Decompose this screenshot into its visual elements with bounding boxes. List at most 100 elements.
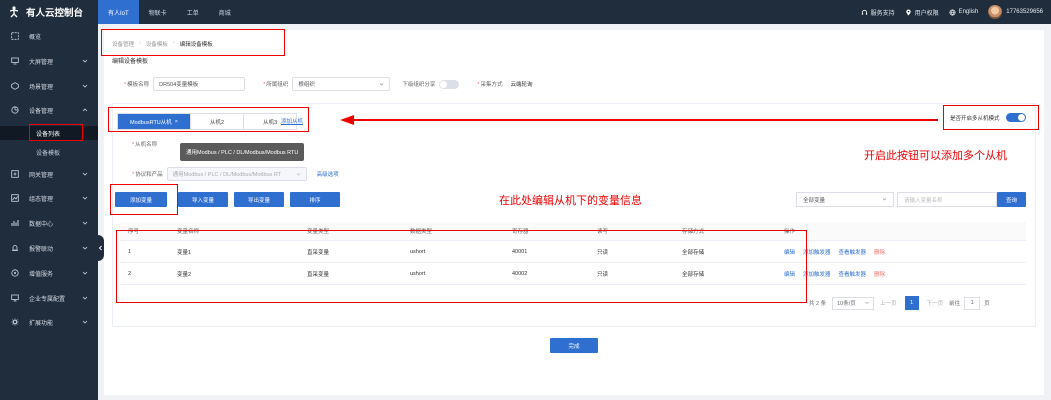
sidebar-item-label: 设备管理 xyxy=(29,108,54,115)
language-switch[interactable]: English xyxy=(949,9,978,16)
advanced-options-link[interactable]: 高级选项 xyxy=(317,170,339,178)
view-trigger-link[interactable]: 查看触发器 xyxy=(839,272,867,278)
topnav-workorder[interactable]: 工单 xyxy=(177,0,209,24)
export-variable-button[interactable]: 导出变量 xyxy=(234,192,284,207)
chevron-down-icon xyxy=(82,296,88,300)
chevron-down-icon xyxy=(380,82,384,85)
delete-link[interactable]: 删除 xyxy=(874,250,885,256)
org-select[interactable]: 根组织 xyxy=(292,77,391,91)
label-text: 从机名称 xyxy=(135,142,158,148)
sidebar-sub-device-template[interactable]: 设备模板 xyxy=(0,145,98,159)
brand[interactable]: 有人云控制台 xyxy=(0,0,98,24)
annotation-box-breadcrumb xyxy=(101,29,285,56)
annotation-box-variable-table xyxy=(116,230,807,303)
sidebar-item-config[interactable]: 组态管理 xyxy=(0,191,98,205)
permission-link[interactable]: 用户权限 xyxy=(905,8,939,17)
add-trigger-link[interactable]: 添加触发器 xyxy=(803,250,831,256)
chevron-down-icon xyxy=(82,196,88,200)
sidebar-item-label: 大屏管理 xyxy=(29,59,54,66)
user-phone[interactable]: 17763529656 xyxy=(1006,9,1043,15)
chevron-down-icon xyxy=(82,271,88,275)
template-name-label: *模板名称 xyxy=(124,82,150,88)
page-number-current[interactable]: 1 xyxy=(904,296,919,310)
add-trigger-link[interactable]: 添加触发器 xyxy=(803,272,831,278)
goto-label: 前往 xyxy=(949,301,961,307)
chevron-down-icon xyxy=(296,172,300,175)
label-text: 协议和产品 xyxy=(135,172,163,178)
chevron-down-icon xyxy=(865,301,869,304)
sidebar-sub-label: 设备模板 xyxy=(36,150,61,157)
variable-search-input[interactable]: 请输入变量名称 xyxy=(897,192,997,207)
chevron-down-icon xyxy=(82,84,88,88)
alarm-icon xyxy=(11,244,19,252)
import-variable-button[interactable]: 导入变量 xyxy=(178,192,228,207)
sidebar-item-overview[interactable]: 概览 xyxy=(0,29,98,43)
headset-icon xyxy=(861,9,867,15)
page-title: 编辑设备模板 xyxy=(112,59,149,65)
variable-filter-select[interactable]: 全部变量 xyxy=(796,192,894,207)
page-size-select[interactable]: 10条/页 xyxy=(832,296,875,310)
chevron-down-icon xyxy=(82,221,88,225)
top-nav: 有人IoT 物联卡 工单 商城 xyxy=(98,0,241,24)
next-page-button[interactable]: 下一页 xyxy=(927,299,944,307)
query-button[interactable]: 查询 xyxy=(997,192,1026,207)
sidebar-item-label: 报警联动 xyxy=(29,246,54,253)
gateway-icon xyxy=(11,170,19,178)
sidebar: 概览 大屏管理 场景管理 设备管理 设备列表 设备模板 网关管理 组态管理 数据… xyxy=(0,24,98,400)
sidebar-item-label: 网关管理 xyxy=(29,172,54,179)
globe-icon xyxy=(949,9,956,15)
sidebar-item-device[interactable]: 设备管理 xyxy=(0,103,98,117)
topnav-mall[interactable]: 商城 xyxy=(209,0,241,24)
permission-label: 用户权限 xyxy=(914,10,939,17)
chevron-down-icon xyxy=(882,198,887,201)
collect-value: 云端轮询 xyxy=(510,82,533,88)
label-text: 所属组织 xyxy=(266,82,289,88)
chevron-down-icon xyxy=(82,320,88,324)
annotation-edit-variable-note: 在此处编辑从机下的变量信息 xyxy=(499,194,642,207)
share-toggle[interactable] xyxy=(439,79,460,89)
delete-link[interactable]: 删除 xyxy=(874,272,885,278)
done-button[interactable]: 完成 xyxy=(550,338,598,353)
annotation-box-add-variable xyxy=(110,184,178,215)
topnav-simcard[interactable]: 物联卡 xyxy=(139,0,177,24)
sort-button[interactable]: 排序 xyxy=(290,192,340,207)
brand-logo-icon xyxy=(8,6,20,18)
top-bar: 有人云控制台 有人IoT 物联卡 工单 商城 服务支持 用户权限 English… xyxy=(0,0,1051,24)
org-label: *所属组织 xyxy=(263,82,289,88)
sidebar-item-scene[interactable]: 场景管理 xyxy=(0,79,98,93)
protocol-select[interactable]: 通用Modbus / PLC / DL/Modbus/Modbus RT xyxy=(166,167,307,181)
slave-name-row: *从机名称 xyxy=(132,140,161,148)
multi-slave-toggle-row: 是否开启多从机模式 xyxy=(943,105,1039,130)
protocol-label: *协议和产品 xyxy=(132,172,163,178)
top-right: 服务支持 用户权限 English 17763529656 xyxy=(851,0,1051,24)
goto-page-input[interactable]: 1 xyxy=(964,296,981,310)
topnav-iot[interactable]: 有人IoT xyxy=(98,0,139,24)
prev-page-button[interactable]: 上一页 xyxy=(880,299,897,307)
page-unit-label: 页 xyxy=(984,301,990,307)
sidebar-item-gateway[interactable]: 网关管理 xyxy=(0,167,98,181)
sidebar-item-enterprise[interactable]: 企业专属配置 xyxy=(0,291,98,305)
multi-slave-label: 是否开启多从机模式 xyxy=(950,115,1000,122)
sidebar-item-service[interactable]: 增值服务 xyxy=(0,266,98,280)
sidebar-item-alarm[interactable]: 报警联动 xyxy=(0,241,98,255)
sidebar-item-screen[interactable]: 大屏管理 xyxy=(0,54,98,68)
share-label: 下级组织分享 xyxy=(402,82,436,88)
template-name-input[interactable]: DR504变量模板 xyxy=(153,77,246,91)
multi-slave-toggle[interactable] xyxy=(1005,113,1026,122)
support-link[interactable]: 服务支持 xyxy=(861,8,895,17)
device-icon xyxy=(11,106,19,114)
chevron-down-icon xyxy=(82,246,88,250)
brand-name: 有人云控制台 xyxy=(26,8,84,19)
template-form-row: *模板名称 DR504变量模板 *所属组织 根组织 下级组织分享 *采集方式 云… xyxy=(124,77,533,91)
sidebar-collapse-button[interactable] xyxy=(96,235,104,261)
avatar[interactable] xyxy=(988,5,1003,19)
slave-name-label: *从机名称 xyxy=(132,142,158,148)
sidebar-item-extension[interactable]: 扩展功能 xyxy=(0,315,98,329)
sidebar-item-data[interactable]: 数据中心 xyxy=(0,216,98,230)
overview-icon xyxy=(11,32,19,40)
sidebar-item-label: 场景管理 xyxy=(29,84,54,91)
pagination: 共 2 条 10条/页 上一页 1 下一页 前往 1 页 xyxy=(809,296,990,310)
location-pin-icon xyxy=(905,8,911,16)
filter-select-value: 全部变量 xyxy=(803,197,826,204)
view-trigger-link[interactable]: 查看触发器 xyxy=(839,250,867,256)
